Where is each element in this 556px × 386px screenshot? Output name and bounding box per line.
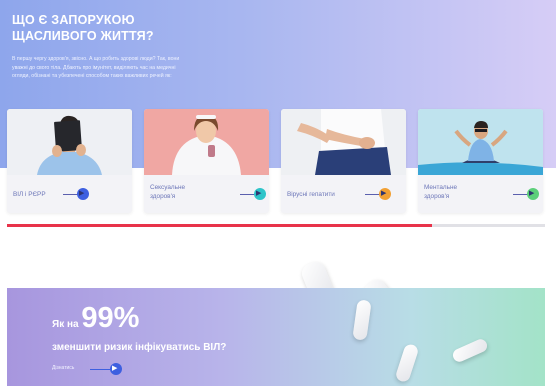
card-hiv[interactable]: ВІЛ і РЄРР ▶ — [7, 109, 132, 213]
card-label: Сексуальне здоров'я — [150, 183, 185, 201]
banner-cta-label: Дізнатись — [52, 365, 75, 371]
hero-description-line: уважні до свого тіла. Дбають про імуніте… — [12, 64, 176, 71]
arrow-right-icon: ▶ — [112, 365, 118, 372]
card-viral-hepatitis[interactable]: Вірусні гепатити ▶ — [281, 109, 406, 213]
progress-fill — [7, 224, 433, 227]
arrow-right-icon: ▶ — [529, 190, 535, 197]
hero-description: В першу чергу здоров'я, звісно. А що роб… — [12, 55, 312, 81]
card-label: ВІЛ і РЄРР — [13, 190, 46, 199]
card-arrow-button[interactable]: ▶ — [240, 188, 266, 200]
arrow-right-icon: ▶ — [381, 190, 387, 197]
card-label-line: Сексуальне — [150, 184, 186, 191]
hero-description-line: огляди, обізнані та убезпечені способом … — [12, 73, 172, 80]
card-photo-man-with-book — [7, 109, 132, 175]
carousel-progress-bar[interactable] — [7, 224, 545, 227]
card-label-line: Ментальне — [424, 184, 458, 191]
card-photo-man-meditating — [418, 109, 543, 175]
card-photo-stomach — [281, 109, 406, 175]
banner-headline: Як на 99% — [52, 302, 139, 335]
card-label-line: Вірусні гепатити — [287, 191, 335, 198]
topic-cards: ВІЛ і РЄРР ▶ Сексуальне здоров'я ▶ Вірус… — [7, 109, 545, 213]
card-arrow-button[interactable]: ▶ — [365, 188, 391, 200]
banner-cta-arrow: ▶ — [90, 363, 124, 375]
card-label-line: здоров'я — [150, 193, 176, 200]
card-arrow-button[interactable]: ▶ — [513, 188, 539, 200]
banner-headline-prefix: Як на — [52, 319, 82, 330]
card-photo-woman-in-blanket — [144, 109, 269, 175]
arrow-right-icon: ▶ — [79, 190, 85, 197]
banner-subheadline: зменшити ризик інфікуватись ВІЛ? — [52, 342, 227, 353]
card-label-line: здоров'я — [424, 193, 450, 200]
arrow-right-icon: ▶ — [256, 190, 262, 197]
hero-title-line: ЩАСЛИВОГО ЖИТТЯ? — [12, 29, 154, 43]
banner-percent: 99% — [81, 302, 140, 334]
card-arrow-button[interactable]: ▶ — [63, 188, 89, 200]
card-mental-health[interactable]: Ментальне здоров'я ▶ — [418, 109, 543, 213]
hero-title: ЩО Є ЗАПОРУКОЮ ЩАСЛИВОГО ЖИТТЯ? — [12, 12, 154, 44]
card-label-line: ВІЛ і РЄРР — [13, 191, 46, 198]
hero-title-line: ЩО Є ЗАПОРУКОЮ — [12, 13, 135, 27]
prep-banner[interactable]: Як на 99% зменшити ризик інфікуватись ВІ… — [7, 288, 545, 386]
card-sexual-health[interactable]: Сексуальне здоров'я ▶ — [144, 109, 269, 213]
hero-description-line: В першу чергу здоров'я, звісно. А що роб… — [12, 56, 180, 62]
card-label: Вірусні гепатити — [287, 190, 335, 199]
card-label: Ментальне здоров'я — [424, 183, 457, 201]
